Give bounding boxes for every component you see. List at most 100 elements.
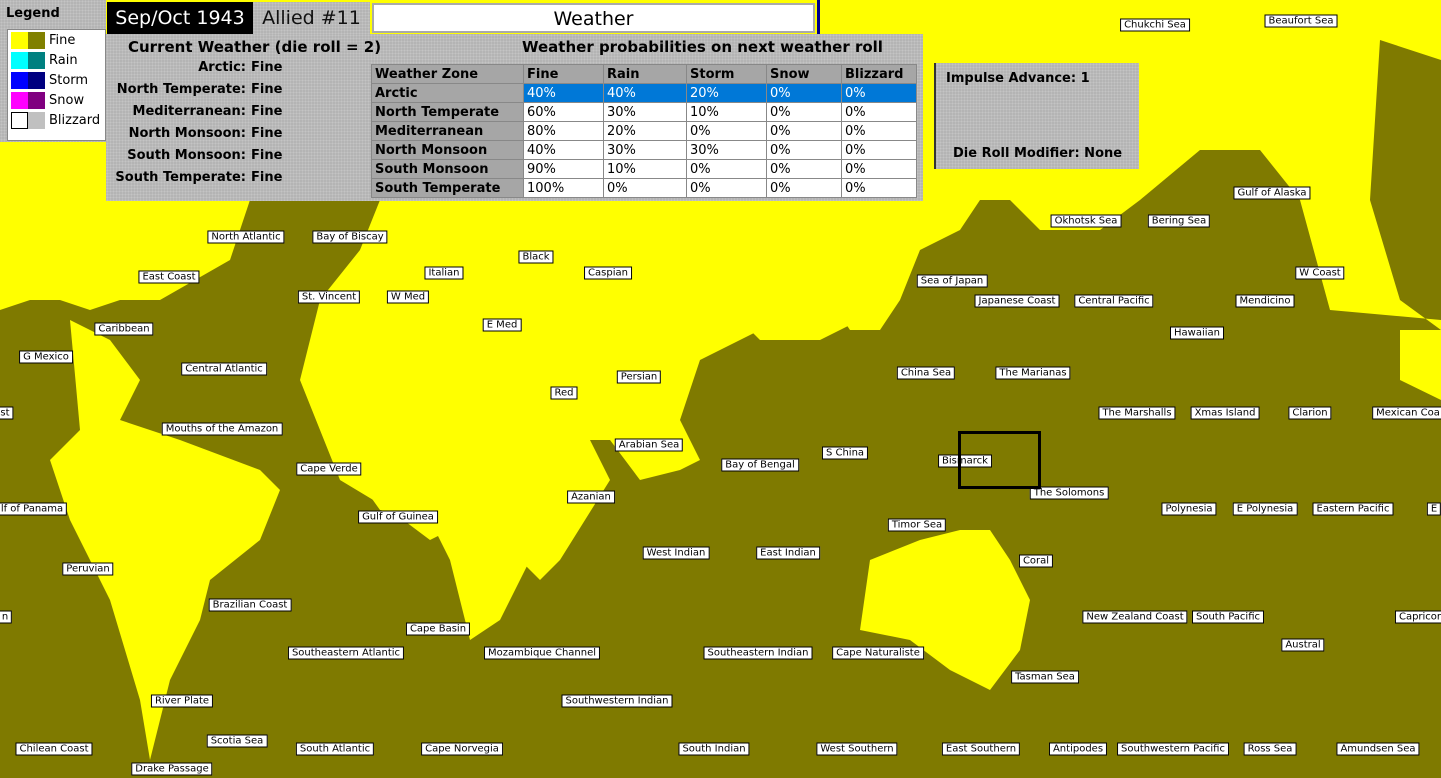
sea-zone-label[interactable]: Eastern Pacific [1312,502,1394,516]
sea-zone-label[interactable]: Austral [1281,638,1325,652]
sea-zone-label[interactable]: Clarion [1288,406,1332,420]
sea-zone-label[interactable]: Mexican Coa [1372,406,1441,420]
sea-zone-label[interactable]: Ross Sea [1243,742,1297,756]
probability-cell: 0% [686,121,767,141]
sea-zone-label[interactable]: South Pacific [1191,610,1265,624]
sea-zone-label[interactable]: Drake Passage [131,762,213,776]
sea-zone-label[interactable]: Amundsen Sea [1336,742,1420,756]
swatch-light [11,111,28,129]
table-row[interactable]: Mediterranean 80% 20% 0% 0% 0% [371,121,917,141]
sea-zone-label[interactable]: West Indian [642,546,710,560]
sea-zone-label[interactable]: Bay of Biscay [312,230,388,244]
sea-zone-label[interactable]: West Southern [816,742,898,756]
sea-zone-label[interactable]: East Coast [138,270,200,284]
table-row[interactable]: North Monsoon 40% 30% 30% 0% 0% [371,140,917,160]
column-header[interactable]: Weather Zone [371,64,524,84]
probability-cell: 40% [603,83,687,103]
sea-zone-label[interactable]: S China [821,446,869,460]
sea-zone-label[interactable]: G Mexico [19,350,73,364]
sea-zone-label[interactable]: Mouths of the Amazon [161,422,283,436]
column-header[interactable]: Blizzard [841,64,917,84]
sea-zone-label[interactable]: Coral [1018,554,1054,568]
sea-zone-label[interactable]: E [1426,502,1441,516]
sea-zone-label[interactable]: China Sea [896,366,956,380]
sea-zone-label[interactable]: Mendicino [1235,294,1295,308]
sea-zone-label[interactable]: W Med [386,290,430,304]
sea-zone-label[interactable]: Central Pacific [1074,294,1154,308]
sea-zone-label[interactable]: Southeastern Indian [703,646,813,660]
sea-zone-label[interactable]: The Marshalls [1098,406,1176,420]
sea-zone-label[interactable]: Cape Verde [296,462,362,476]
turn-display: Allied #11 [253,2,370,34]
sea-zone-label[interactable]: Chukchi Sea [1120,18,1190,32]
sea-zone-label[interactable]: East Indian [756,546,820,560]
probability-cell: 40% [523,83,604,103]
sea-zone-label[interactable]: New Zealand Coast [1082,610,1188,624]
column-header[interactable]: Storm [686,64,767,84]
sea-zone-label[interactable]: st [0,406,14,420]
sea-zone-label[interactable]: n [0,610,13,624]
table-row[interactable]: Arctic 40% 40% 20% 0% 0% [371,83,917,103]
sea-zone-label[interactable]: East Southern [941,742,1021,756]
sea-zone-label[interactable]: Tasman Sea [1011,670,1079,684]
sea-zone-label[interactable]: E Med [482,318,522,332]
table-row[interactable]: South Temperate 100% 0% 0% 0% 0% [371,178,917,198]
column-header[interactable]: Fine [523,64,604,84]
sea-zone-label[interactable]: Cape Naturaliste [832,646,924,660]
sea-zone-label[interactable]: Persian [616,370,662,384]
sea-zone-label[interactable]: Gulf of Alaska [1233,186,1311,200]
sea-zone-label[interactable]: Xmas Island [1190,406,1260,420]
sea-zone-label[interactable]: E Polynesia [1232,502,1298,516]
sea-zone-label[interactable]: Beaufort Sea [1264,14,1338,28]
sea-zone-label[interactable]: Italian [424,266,464,280]
sea-zone-label[interactable]: The Marianas [995,366,1071,380]
sea-zone-label[interactable]: Timor Sea [887,518,947,532]
column-header[interactable]: Snow [766,64,842,84]
sea-zone-label[interactable]: Cape Basin [405,622,471,636]
probability-cell: 10% [603,159,687,179]
sea-zone-label[interactable]: Caspian [584,266,632,280]
sea-zone-label[interactable]: Okhotsk Sea [1050,214,1122,228]
sea-zone-label[interactable]: Caribbean [94,322,154,336]
sea-zone-label[interactable]: Southwestern Pacific [1117,742,1229,756]
sea-zone-label[interactable]: Polynesia [1161,502,1217,516]
weather-view-button[interactable]: Weather [372,3,815,33]
sea-zone-label[interactable]: Arabian Sea [614,438,684,452]
sea-zone-label[interactable]: Southwestern Indian [561,694,673,708]
probability-cell: 60% [523,102,604,122]
sea-zone-label[interactable]: Central Atlantic [181,362,267,376]
sea-zone-label[interactable]: The Solomons [1029,486,1109,500]
sea-zone-label[interactable]: Peruvian [62,562,114,576]
sea-zone-label[interactable]: Azanian [567,490,615,504]
sea-zone-label[interactable]: Mozambique Channel [483,646,601,660]
sea-zone-label[interactable]: Southeastern Atlantic [287,646,405,660]
sea-zone-label[interactable]: Black [518,250,554,264]
sea-zone-label[interactable]: Hawaiian [1170,326,1224,340]
swatch-light [11,71,28,89]
sea-zone-label[interactable]: lf of Panama [0,502,68,516]
sea-zone-label[interactable]: Cape Norvegia [421,742,503,756]
sea-zone-label[interactable]: North Atlantic [207,230,285,244]
sea-zone-label[interactable]: Sea of Japan [916,274,988,288]
sea-zone-label[interactable]: Capricor [1394,610,1441,624]
sea-zone-label[interactable]: Antipodes [1048,742,1108,756]
sea-zone-label[interactable]: Brazilian Coast [208,598,292,612]
sea-zone-label[interactable]: St. Vincent [297,290,361,304]
sea-zone-label[interactable]: Bering Sea [1147,214,1211,228]
sea-zone-label[interactable]: Gulf of Guinea [358,510,438,524]
sea-zone-label[interactable]: South Atlantic [295,742,375,756]
probability-cell: 0% [603,178,687,198]
sea-zone-label[interactable]: Scotia Sea [206,734,268,748]
table-row[interactable]: South Monsoon 90% 10% 0% 0% 0% [371,159,917,179]
sea-zone-label[interactable]: South Indian [678,742,750,756]
sea-zone-label[interactable]: River Plate [150,694,214,708]
sea-zone-label[interactable]: Red [550,386,578,400]
sea-zone-label[interactable]: Bay of Bengal [721,458,799,472]
legend-title: Legend [6,6,60,21]
sea-zone-label[interactable]: W Coast [1295,266,1345,280]
column-header[interactable]: Rain [603,64,687,84]
sea-zone-label[interactable]: Chilean Coast [15,742,93,756]
legend-label: Blizzard [49,112,101,128]
sea-zone-label[interactable]: Japanese Coast [974,294,1060,308]
table-row[interactable]: North Temperate 60% 30% 10% 0% 0% [371,102,917,122]
